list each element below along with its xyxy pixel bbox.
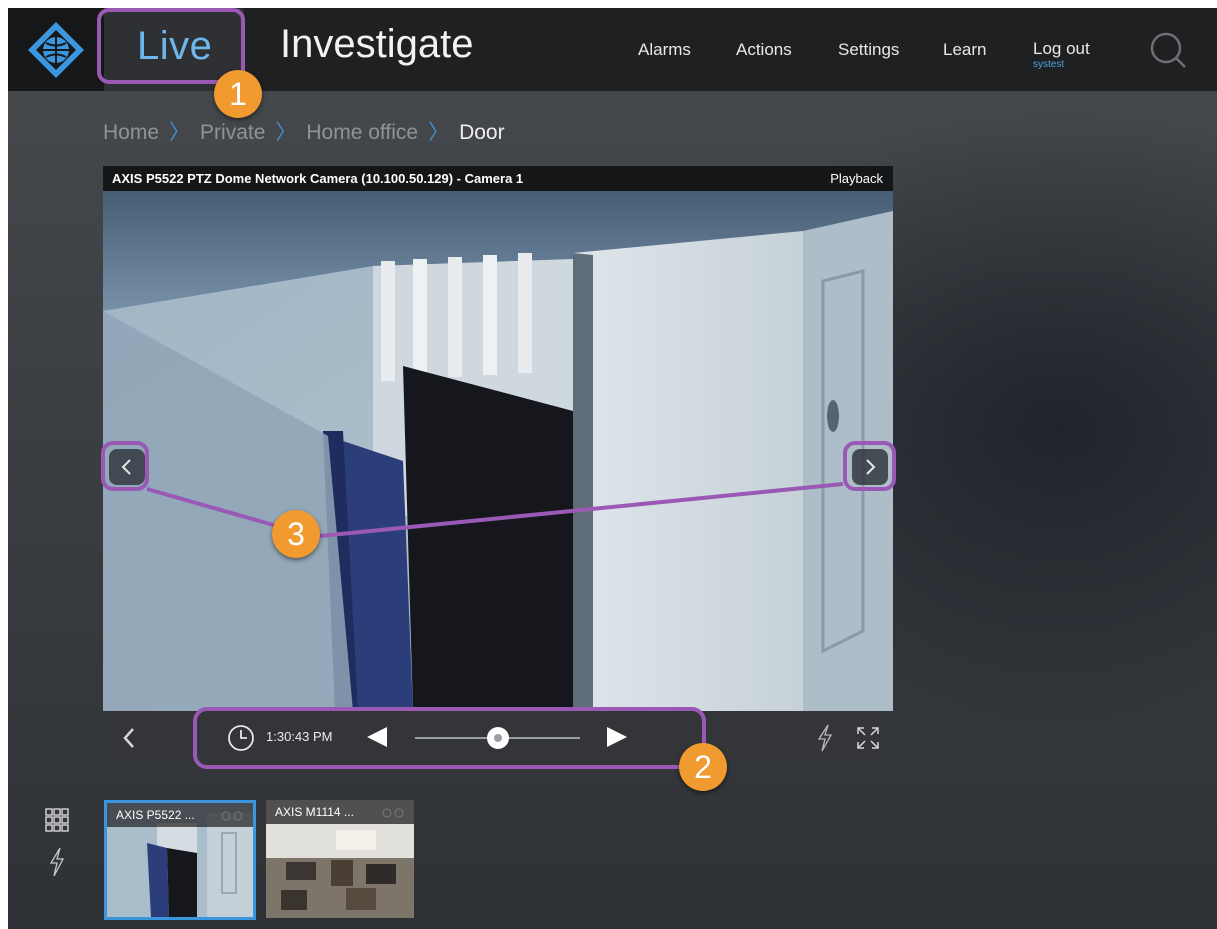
callout-3-leader-lines (146, 482, 844, 538)
callout-3: 3 (272, 510, 320, 558)
app-window: Live Investigate Alarms Actions Settings… (8, 8, 1217, 929)
